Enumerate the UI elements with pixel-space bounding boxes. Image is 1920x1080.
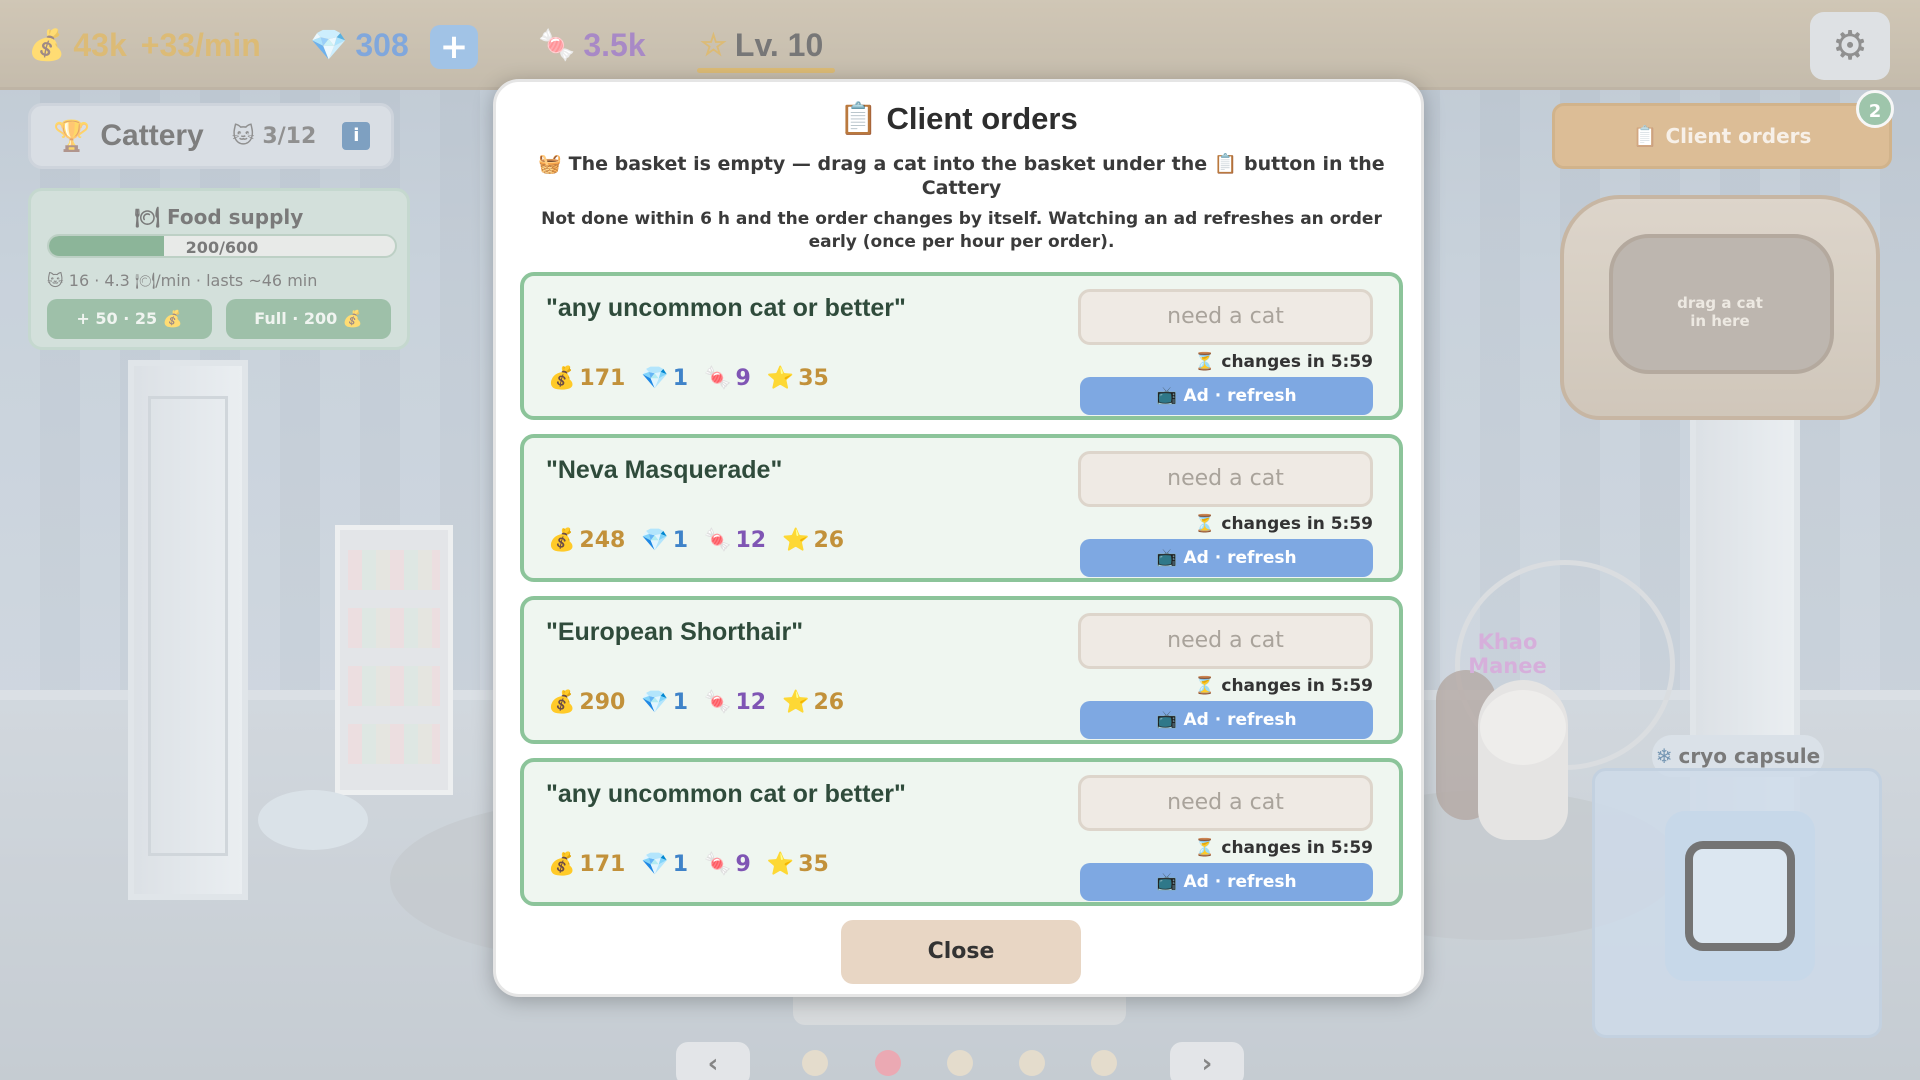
ad-refresh-button[interactable]: 📺 Ad · refresh (1080, 539, 1373, 577)
order-card: "European Shorthair" 💰 290 💎 1 🍬 12 ⭐ 26 nee… (520, 596, 1403, 744)
gem-icon: 💎 (641, 690, 669, 715)
reward-stars: ⭐ 35 (767, 852, 829, 877)
order-card: "any uncommon cat or better" 💰 171 💎 1 🍬 9 … (520, 758, 1403, 906)
ad-refresh-button[interactable]: 📺 Ad · refresh (1080, 863, 1373, 901)
candy-icon: 🍬 (704, 528, 732, 553)
order-timer: ⏳ changes in 5:59 (1084, 352, 1373, 372)
reward-candy-value: 9 (735, 366, 751, 391)
reward-gems-value: 1 (672, 366, 689, 391)
star-icon: ⭐ (766, 852, 795, 877)
tv-icon: 📺 (1156, 872, 1178, 892)
ad-refresh-label: Ad · refresh (1183, 386, 1297, 406)
tv-icon: 📺 (1156, 548, 1178, 568)
reward-coins: 💰 171 (548, 366, 625, 391)
gem-icon: 💎 (641, 528, 669, 553)
tv-icon: 📺 (1156, 386, 1178, 406)
order-rewards: 💰 290 💎 1 🍬 12 ⭐ 26 (548, 690, 844, 715)
reward-candy: 🍬 9 (704, 366, 751, 391)
hourglass-icon: ⏳ (1194, 838, 1216, 858)
reward-candy: 🍬 12 (704, 690, 766, 715)
reward-gems: 💎 1 (641, 528, 688, 553)
order-query: "any uncommon cat or better" (546, 780, 906, 808)
reward-gems: 💎 1 (641, 366, 688, 391)
ad-refresh-label: Ad · refresh (1183, 710, 1297, 730)
reward-stars-value: 26 (813, 690, 845, 715)
modal-title: 📋 Client orders (496, 100, 1421, 137)
ad-refresh-label: Ad · refresh (1183, 548, 1297, 568)
reward-stars: ⭐ 26 (782, 690, 844, 715)
reward-candy-value: 12 (735, 690, 767, 715)
order-card: "Neva Masquerade" 💰 248 💎 1 🍬 12 ⭐ 26 need a… (520, 434, 1403, 582)
reward-candy: 🍬 12 (704, 528, 766, 553)
reward-candy-value: 9 (735, 852, 751, 877)
close-button[interactable]: Close (841, 920, 1081, 984)
empty-basket-warning: 🧺 The basket is empty — drag a cat into … (536, 152, 1387, 200)
cat-slot[interactable]: need a cat (1078, 451, 1373, 507)
ad-refresh-button[interactable]: 📺 Ad · refresh (1080, 701, 1373, 739)
reward-stars-value: 35 (798, 852, 829, 877)
candy-icon: 🍬 (704, 852, 732, 877)
order-query: "European Shorthair" (546, 618, 804, 646)
basket-icon: 🧺 (538, 153, 563, 175)
coin-icon: 💰 (548, 852, 576, 877)
order-rewards: 💰 171 💎 1 🍬 9 ⭐ 35 (548, 852, 829, 877)
ad-refresh-label: Ad · refresh (1183, 872, 1297, 892)
reward-coins-value: 171 (579, 852, 626, 877)
reward-coins-value: 248 (579, 528, 626, 553)
order-timer-text: changes in 5:59 (1221, 676, 1373, 696)
order-timer: ⏳ changes in 5:59 (1084, 838, 1373, 858)
order-query: "any uncommon cat or better" (546, 294, 906, 322)
order-timer-text: changes in 5:59 (1221, 514, 1373, 534)
clipboard-icon: 📋 (839, 101, 878, 136)
reward-coins-value: 171 (579, 366, 626, 391)
reward-coins: 💰 290 (548, 690, 625, 715)
empty-basket-warning-text: The basket is empty — drag a cat into th… (568, 153, 1385, 199)
star-icon: ⭐ (782, 528, 810, 553)
cat-slot[interactable]: need a cat (1078, 775, 1373, 831)
reward-stars-value: 35 (798, 366, 829, 391)
star-icon: ⭐ (782, 690, 810, 715)
order-timer-text: changes in 5:59 (1221, 838, 1373, 858)
coin-icon: 💰 (548, 690, 576, 715)
reward-stars: ⭐ 35 (767, 366, 829, 391)
order-query: "Neva Masquerade" (546, 456, 783, 484)
reward-candy-value: 12 (735, 528, 767, 553)
cat-slot[interactable]: need a cat (1078, 289, 1373, 345)
modal-title-text: Client orders (886, 101, 1078, 136)
reward-coins: 💰 171 (548, 852, 625, 877)
order-rules-note: Not done within 6 h and the order change… (541, 209, 1382, 252)
reward-gems: 💎 1 (641, 690, 688, 715)
coin-icon: 💰 (548, 528, 576, 553)
reward-gems-value: 1 (672, 852, 689, 877)
ad-refresh-button[interactable]: 📺 Ad · refresh (1080, 377, 1373, 415)
hourglass-icon: ⏳ (1194, 676, 1216, 696)
hourglass-icon: ⏳ (1194, 352, 1216, 372)
cat-slot[interactable]: need a cat (1078, 613, 1373, 669)
coin-icon: 💰 (548, 366, 576, 391)
hourglass-icon: ⏳ (1194, 514, 1216, 534)
reward-coins-value: 290 (579, 690, 626, 715)
order-timer: ⏳ changes in 5:59 (1084, 676, 1373, 696)
reward-gems-value: 1 (672, 690, 689, 715)
order-card: "any uncommon cat or better" 💰 171 💎 1 🍬 9 … (520, 272, 1403, 420)
reward-stars-value: 26 (813, 528, 845, 553)
reward-candy: 🍬 9 (704, 852, 751, 877)
client-orders-modal: 📋 Client orders 🧺 The basket is empty — … (493, 79, 1424, 997)
gem-icon: 💎 (641, 366, 669, 391)
star-icon: ⭐ (766, 366, 795, 391)
order-rewards: 💰 171 💎 1 🍬 9 ⭐ 35 (548, 366, 829, 391)
gem-icon: 💎 (641, 852, 669, 877)
tv-icon: 📺 (1156, 710, 1178, 730)
candy-icon: 🍬 (704, 366, 732, 391)
candy-icon: 🍬 (704, 690, 732, 715)
order-rewards: 💰 248 💎 1 🍬 12 ⭐ 26 (548, 528, 844, 553)
reward-gems: 💎 1 (641, 852, 688, 877)
reward-coins: 💰 248 (548, 528, 625, 553)
reward-gems-value: 1 (672, 528, 689, 553)
order-timer: ⏳ changes in 5:59 (1084, 514, 1373, 534)
reward-stars: ⭐ 26 (782, 528, 844, 553)
order-timer-text: changes in 5:59 (1221, 352, 1373, 372)
